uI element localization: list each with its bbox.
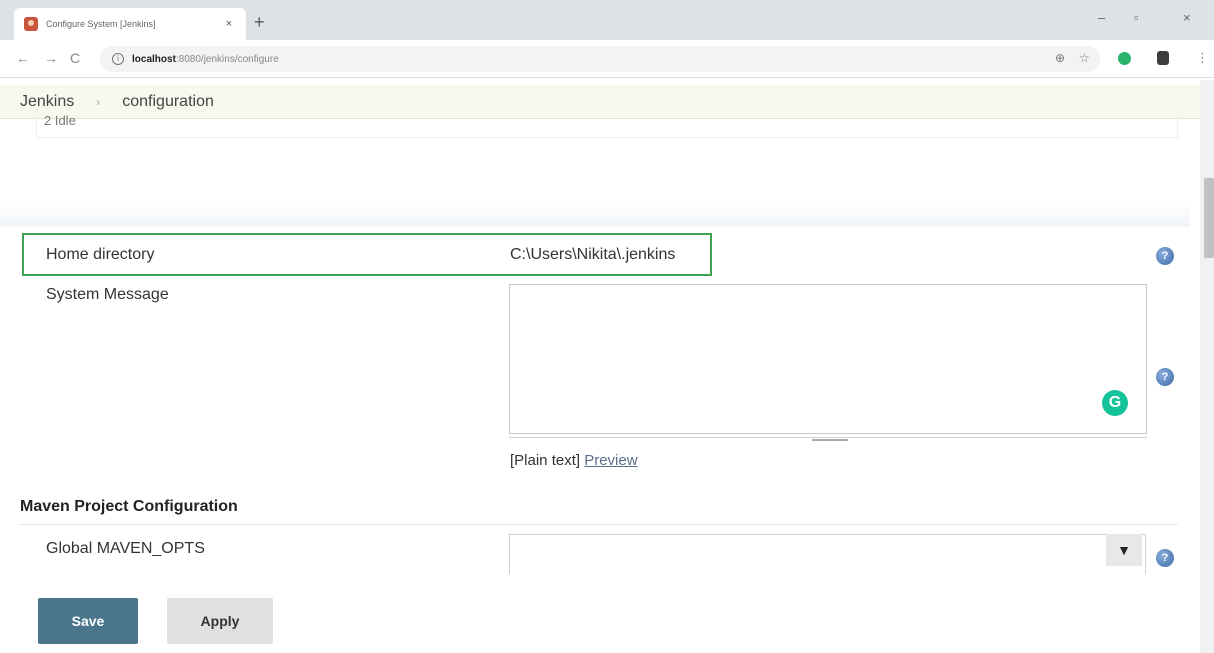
global-maven-opts-field[interactable] [509, 534, 1146, 574]
executor-status-row [36, 116, 1178, 138]
tab-close-icon[interactable]: × [222, 18, 236, 30]
apply-button[interactable]: Apply [167, 598, 273, 644]
scrollbar-thumb[interactable] [1204, 178, 1214, 258]
markup-format-note: [Plain text] Preview [510, 452, 638, 469]
home-directory-label: Home directory [46, 246, 155, 263]
new-tab-button[interactable]: + [254, 12, 265, 33]
help-icon[interactable]: ? [1156, 247, 1174, 265]
grammarly-icon[interactable]: G [1102, 390, 1128, 416]
extension-icon[interactable] [1157, 51, 1169, 65]
reload-button[interactable]: C [70, 50, 80, 66]
url-path: :8080/jenkins/configure [175, 53, 279, 65]
jenkins-favicon-icon [24, 17, 38, 31]
extension-icon[interactable] [1118, 52, 1131, 65]
system-message-textarea[interactable] [509, 284, 1147, 434]
breadcrumb-configuration[interactable]: configuration [122, 93, 214, 111]
browser-tab[interactable]: Configure System [Jenkins] × [14, 8, 246, 40]
back-button[interactable]: ← [16, 50, 30, 66]
tab-title: Configure System [Jenkins] [46, 19, 156, 29]
breadcrumb-separator-icon: › [96, 94, 101, 109]
address-bar[interactable]: i localhost :8080/jenkins/configure [100, 46, 1100, 72]
help-icon[interactable]: ? [1156, 368, 1174, 386]
maven-section-title: Maven Project Configuration [20, 498, 238, 515]
browser-menu-icon[interactable]: ⋮ [1196, 50, 1209, 66]
browser-tabstrip: Configure System [Jenkins] × + – ▫ × [0, 0, 1214, 40]
minimize-button[interactable]: – [1098, 10, 1105, 25]
browser-toolbar: ← → C i localhost :8080/jenkins/configur… [0, 40, 1214, 78]
section-divider [0, 203, 1190, 227]
url-host: localhost [132, 53, 176, 65]
home-directory-value: C:\Users\Nikita\.jenkins [510, 246, 676, 263]
system-message-label: System Message [46, 286, 169, 303]
help-icon[interactable]: ? [1156, 549, 1174, 567]
executor-status-text: 2 Idle [44, 114, 76, 128]
save-button[interactable]: Save [38, 598, 138, 644]
maximize-button[interactable]: ▫ [1134, 10, 1139, 25]
star-icon[interactable]: ☆ [1079, 51, 1090, 65]
scrollbar-track[interactable] [1200, 80, 1214, 653]
global-maven-opts-label: Global MAVEN_OPTS [46, 540, 205, 557]
breadcrumb-jenkins[interactable]: Jenkins [20, 93, 74, 111]
info-icon[interactable]: i [112, 53, 124, 65]
preview-link[interactable]: Preview [584, 452, 637, 469]
resize-grip[interactable] [812, 439, 848, 441]
forward-button[interactable]: → [44, 50, 58, 66]
breadcrumb: Jenkins › configuration [0, 85, 1200, 119]
close-window-button[interactable]: × [1183, 10, 1191, 25]
dropdown-arrow-icon[interactable]: ▼ [1106, 534, 1142, 566]
section-divider [20, 524, 1178, 525]
zoom-icon[interactable]: ⊕ [1055, 51, 1065, 65]
plain-text-label: [Plain text] [510, 452, 581, 469]
